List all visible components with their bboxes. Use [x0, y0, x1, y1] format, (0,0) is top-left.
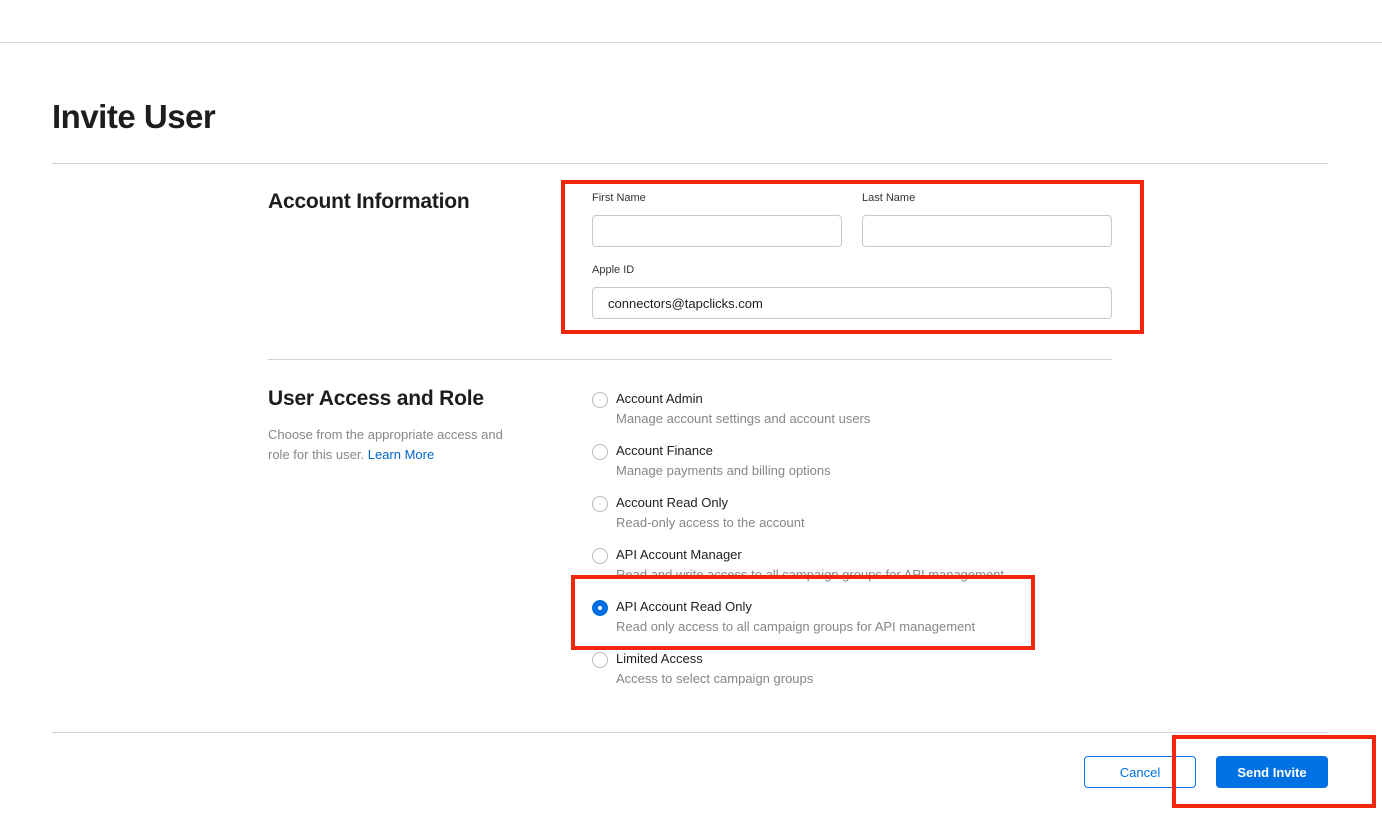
cancel-button[interactable]: Cancel	[1084, 756, 1196, 788]
first-name-field[interactable]	[592, 215, 842, 247]
top-divider	[0, 42, 1382, 43]
role-option[interactable]: API Account Manager Read and write access…	[592, 547, 1112, 593]
radio-empty-icon[interactable]	[592, 496, 608, 512]
page-title: Invite User	[52, 98, 216, 135]
role-option[interactable]: Account Finance Manage payments and billi…	[592, 443, 1112, 489]
section-divider	[268, 359, 1112, 360]
role-name: Account Finance	[616, 443, 713, 458]
send-invite-button[interactable]: Send Invite	[1216, 756, 1328, 788]
role-description: Manage payments and billing options	[616, 463, 831, 478]
role-name: Account Read Only	[616, 495, 729, 510]
role-name: Limited Access	[616, 651, 703, 666]
role-description: Read-only access to the account	[616, 515, 805, 530]
footer-divider	[52, 732, 1328, 733]
role-description: Manage account settings and account user…	[616, 411, 871, 426]
role-description: Read and write access to all campaign gr…	[616, 567, 1005, 582]
access-description: Choose from the appropriate access and r…	[268, 425, 528, 465]
role-option[interactable]: Account Admin Manage account settings and…	[592, 391, 1112, 437]
title-divider	[52, 163, 1328, 164]
role-description: Access to select campaign groups	[616, 671, 814, 686]
radio-empty-icon[interactable]	[592, 548, 608, 564]
learn-more-link[interactable]: Learn More	[368, 447, 434, 462]
account-info-title: Account Information	[268, 190, 470, 213]
radio-empty-icon[interactable]	[592, 652, 608, 668]
last-name-label: Last Name	[862, 192, 916, 204]
access-title: User Access and Role	[268, 387, 484, 410]
last-name-field[interactable]	[862, 215, 1112, 247]
first-name-label: First Name	[592, 192, 646, 204]
apple-id-label: Apple ID	[592, 264, 635, 276]
role-option[interactable]: Limited Access Access to select campaign …	[592, 651, 1112, 697]
radio-selected-icon[interactable]	[592, 600, 608, 616]
radio-empty-icon[interactable]	[592, 444, 608, 460]
role-option[interactable]: API Account Read Only Read only access to…	[592, 599, 1112, 645]
role-option[interactable]: Account Read Only Read-only access to the…	[592, 495, 1112, 541]
role-name: API Account Read Only	[616, 599, 752, 614]
radio-empty-icon[interactable]	[592, 392, 608, 408]
role-name: Account Admin	[616, 391, 703, 406]
apple-id-field[interactable]	[592, 287, 1112, 319]
role-description: Read only access to all campaign groups …	[616, 619, 976, 634]
role-name: API Account Manager	[616, 547, 742, 562]
